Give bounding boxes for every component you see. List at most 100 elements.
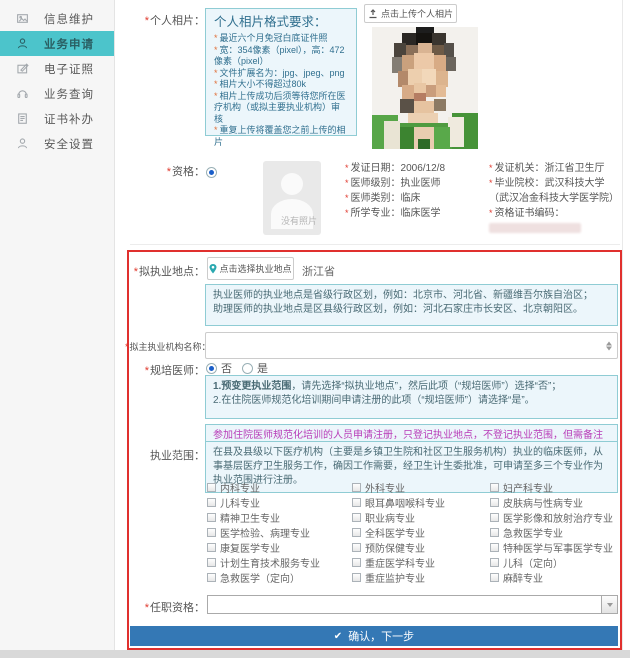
required-asterisk: * xyxy=(145,602,149,614)
detail-line: *发证机关：浙江省卫生厅 xyxy=(489,161,621,176)
sidebar-item-business-query[interactable]: 业务查询 xyxy=(0,81,114,106)
selected-location-value: 浙江省 xyxy=(302,263,335,279)
bullet-icon: * xyxy=(214,33,218,43)
hint-line: 1.预变更执业范围，请先选择“拟执业地点”，然后此项（“规培医师”）选择“否”； xyxy=(213,380,610,394)
edit-icon xyxy=(0,62,44,75)
photo-requirements-title: 个人相片格式要求： xyxy=(214,15,348,29)
checkbox-icon xyxy=(352,483,361,492)
required-asterisk: * xyxy=(145,365,149,377)
bullet-icon: * xyxy=(345,193,349,203)
checkbox-icon xyxy=(490,573,499,582)
checkbox-icon xyxy=(207,498,216,507)
confirm-next-button[interactable]: ✔ 确认，下一步 xyxy=(130,626,618,646)
user-icon xyxy=(0,37,44,50)
scope-checkbox-ent[interactable]: 眼耳鼻咽喉科专业 xyxy=(352,496,490,508)
title-qualification-label: *任职资格： xyxy=(128,599,205,615)
checkbox-icon xyxy=(207,528,216,537)
sidebar-item-label: 证书补办 xyxy=(44,111,94,127)
panel-right-border xyxy=(622,0,623,650)
hint-line: 2.在住院医师规范化培训期间申请注册的此项（“规培医师”）请选择“是”。 xyxy=(213,394,610,408)
bullet-icon: * xyxy=(345,208,349,218)
scope-checkbox-pediatrics-targeted[interactable]: 儿科（定向） xyxy=(490,556,620,568)
upload-icon xyxy=(368,9,378,19)
main-org-name-combobox[interactable] xyxy=(205,332,618,359)
detail-line: *医师级别：执业医师 xyxy=(345,176,483,191)
main-org-name-label: *拟主执业机构名称： xyxy=(125,340,202,353)
location-hint-box: 执业医师的执业地点是省级行政区划，例如：北京市、河北省、新疆维吾尔族自治区； 助… xyxy=(205,284,618,326)
scope-checkbox-mental-health[interactable]: 精神卫生专业 xyxy=(207,511,352,523)
required-asterisk: * xyxy=(134,266,138,278)
personal-photo-label: *个人相片： xyxy=(128,12,205,28)
no-photo-placeholder: 没有照片 xyxy=(263,161,321,235)
select-location-button[interactable]: 点击选择执业地点 xyxy=(207,257,294,280)
bullet-icon: * xyxy=(345,163,349,173)
sidebar-item-e-license[interactable]: 电子证照 xyxy=(0,56,114,81)
user-gear-icon xyxy=(0,137,44,150)
scope-checkbox-anesthesiology[interactable]: 麻醉专业 xyxy=(490,571,620,583)
list-item: *相片大小不得超过80k xyxy=(214,79,348,91)
scope-checkbox-internal-medicine[interactable]: 内科专业 xyxy=(207,481,352,493)
trainee-doctor-radio-group: 否 是 xyxy=(206,360,268,376)
sidebar-item-label: 安全设置 xyxy=(44,136,94,152)
required-asterisk: * xyxy=(167,166,171,178)
checkbox-icon xyxy=(490,483,499,492)
scope-checkbox-general-practice[interactable]: 全科医学专业 xyxy=(352,526,490,538)
title-qualification-select[interactable] xyxy=(207,595,618,614)
list-item: *相片上传成功后须等待您所在医疗机构（或拟主要执业机构）审核 xyxy=(214,91,348,126)
scope-checkbox-critical-care-med[interactable]: 重症医学科专业 xyxy=(352,556,490,568)
photo-requirements-box: 个人相片格式要求： *最近六个月免冠白底证件照 *宽：354像素（pixel），… xyxy=(205,8,357,136)
checkbox-icon xyxy=(490,528,499,537)
sidebar-item-certificate-reissue[interactable]: 证书补办 xyxy=(0,106,114,131)
checkbox-icon xyxy=(352,498,361,507)
silhouette-head xyxy=(281,173,303,195)
bullet-icon: * xyxy=(345,178,349,188)
checkbox-icon xyxy=(207,483,216,492)
select-location-button-label: 点击选择执业地点 xyxy=(219,262,291,275)
scope-checkbox-occupational[interactable]: 职业病专业 xyxy=(352,511,490,523)
bullet-icon: * xyxy=(489,178,493,188)
qualification-radio[interactable] xyxy=(206,167,217,178)
checkbox-icon xyxy=(207,558,216,567)
bullet-icon: * xyxy=(214,91,218,101)
scope-checkbox-dermatology[interactable]: 皮肤病与性病专业 xyxy=(490,496,620,508)
scope-checkbox-lab-pathology[interactable]: 医学检验、病理专业 xyxy=(207,526,352,538)
scope-checkbox-surgery[interactable]: 外科专业 xyxy=(352,481,490,493)
list-item: *最近六个月免冠白底证件照 xyxy=(214,33,348,45)
bullet-icon: * xyxy=(214,68,218,78)
qualification-details-right: *发证机关：浙江省卫生厅 *毕业院校：武汉科技大学（武汉冶金科技大学医学院） *… xyxy=(489,161,621,236)
scope-checkbox-radiology[interactable]: 医学影像和放射治疗专业 xyxy=(490,511,620,523)
checkbox-icon xyxy=(352,543,361,552)
sidebar-item-info-maintenance[interactable]: 信息维护 xyxy=(0,6,114,31)
list-item: *重复上传将覆盖您之前上传的相片 xyxy=(214,125,348,148)
scope-checkbox-preventive-care[interactable]: 预防保健专业 xyxy=(352,541,490,553)
bullet-icon: * xyxy=(214,79,218,89)
trainee-yes-radio[interactable] xyxy=(242,363,253,374)
scope-checkbox-pediatrics[interactable]: 儿科专业 xyxy=(207,496,352,508)
scope-checkbox-special-military[interactable]: 特种医学与军事医学专业 xyxy=(490,541,620,553)
trainee-no-radio[interactable] xyxy=(206,363,217,374)
check-icon: ✔ xyxy=(334,631,342,642)
checkbox-icon xyxy=(490,513,499,522)
document-icon xyxy=(0,112,44,125)
scope-checkbox-rehabilitation[interactable]: 康复医学专业 xyxy=(207,541,352,553)
scope-checkbox-emergency-targeted[interactable]: 急救医学（定向） xyxy=(207,571,352,583)
qualification-details-left: *发证日期：2006/12/8 *医师级别：执业医师 *医师类别：临床 *所学专… xyxy=(345,161,483,221)
sidebar-item-security-settings[interactable]: 安全设置 xyxy=(0,131,114,156)
sidebar-item-business-apply[interactable]: 业务申请 xyxy=(0,31,114,56)
spinner-icon xyxy=(606,341,612,350)
detail-line: *资格证书编码： xyxy=(489,206,621,236)
upload-photo-button[interactable]: 点击上传个人相片 xyxy=(364,4,457,23)
checkbox-icon xyxy=(352,573,361,582)
redacted-certificate-code xyxy=(489,223,581,233)
scope-checkbox-obgyn[interactable]: 妇产科专业 xyxy=(490,481,620,493)
headset-icon xyxy=(0,87,44,100)
scope-checkbox-icu[interactable]: 重症监护专业 xyxy=(352,571,490,583)
scope-checkbox-emergency[interactable]: 急救医学专业 xyxy=(490,526,620,538)
bullet-icon: * xyxy=(489,163,493,173)
scope-checkbox-family-planning[interactable]: 计划生育技术服务专业 xyxy=(207,556,352,568)
practice-scope-label: 执业范围： xyxy=(128,447,205,463)
hint-line: 执业医师的执业地点是省级行政区划，例如：北京市、河北省、新疆维吾尔族自治区； xyxy=(213,289,610,303)
dropdown-button[interactable] xyxy=(601,596,617,613)
bullet-icon: * xyxy=(214,45,218,55)
photo-requirements-list: *最近六个月免冠白底证件照 *宽：354像素（pixel），高：472像素（pi… xyxy=(214,33,348,148)
